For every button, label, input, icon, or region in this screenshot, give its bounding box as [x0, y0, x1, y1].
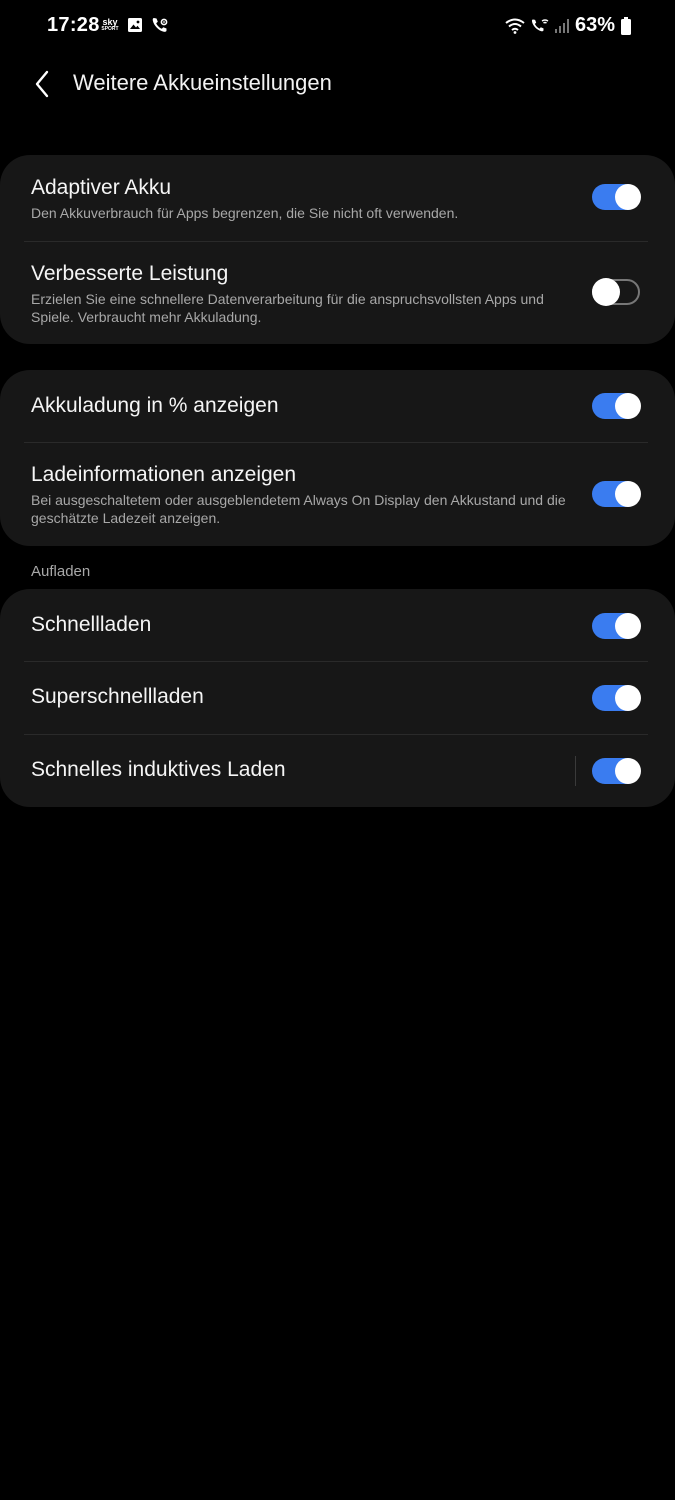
wifi-call-icon: [152, 18, 168, 32]
settings-card-display: Akkuladung in % anzeigen Ladeinformation…: [0, 370, 675, 546]
settings-card-charging: Schnellladen Superschnellladen Schnelles…: [0, 589, 675, 807]
setting-title: Schnellladen: [31, 613, 152, 636]
setting-title: Verbesserte Leistung: [31, 262, 229, 285]
app-bar: Weitere Akkueinstellungen: [0, 56, 675, 112]
vowifi-icon: [531, 18, 549, 31]
setting-enhanced-performance[interactable]: Verbesserte Leistung Erzielen Sie eine s…: [0, 242, 675, 344]
setting-title: Adaptiver Akku: [31, 176, 172, 199]
row-divider: [575, 756, 576, 786]
battery-percent: 63%: [574, 14, 615, 36]
setting-charging-info[interactable]: Ladeinformationen anzeigen Bei ausgescha…: [0, 443, 675, 546]
chevron-left-icon: [35, 70, 49, 98]
system-indicators: 63%: [505, 14, 631, 37]
setting-title: Superschnellladen: [31, 685, 204, 708]
section-header-charging: Aufladen: [31, 563, 91, 580]
battery-percent-toggle[interactable]: [592, 393, 641, 419]
setting-subtitle: Erzielen Sie eine schnellere Datenverarb…: [31, 291, 544, 325]
setting-title: Ladeinformationen anzeigen: [31, 463, 297, 486]
page-title: Weitere Akkueinstellungen: [73, 70, 332, 95]
fast-charging-toggle[interactable]: [592, 613, 641, 639]
setting-super-fast-charging[interactable]: Superschnellladen: [0, 662, 675, 734]
setting-battery-percent[interactable]: Akkuladung in % anzeigen: [0, 370, 675, 442]
sky-sport-icon: sky SPORT: [101, 17, 119, 33]
back-button[interactable]: [24, 66, 60, 102]
status-time: 17:28: [47, 14, 100, 36]
setting-fast-charging[interactable]: Schnellladen: [0, 589, 675, 661]
enhanced-performance-toggle[interactable]: [592, 278, 640, 306]
setting-adaptive-battery[interactable]: Adaptiver Akku Den Akkuverbrauch für App…: [0, 155, 675, 241]
image-icon: [128, 18, 142, 32]
signal-icon: [554, 18, 569, 33]
super-fast-charging-toggle[interactable]: [592, 685, 641, 711]
setting-subtitle: Den Akkuverbrauch für Apps begrenzen, di…: [31, 205, 459, 221]
setting-title: Schnelles induktives Laden: [31, 758, 286, 781]
fast-wireless-charging-toggle[interactable]: [592, 758, 641, 784]
setting-subtitle: Bei ausgeschaltetem oder ausgeblendetem …: [31, 492, 566, 526]
settings-card-performance: Adaptiver Akku Den Akkuverbrauch für App…: [0, 155, 675, 344]
wifi-icon: [505, 18, 525, 34]
status-bar: 17:28 sky SPORT 63%: [0, 0, 675, 56]
charging-info-toggle[interactable]: [592, 481, 641, 507]
setting-fast-wireless-charging[interactable]: Schnelles induktives Laden: [0, 735, 675, 807]
battery-icon: [621, 16, 631, 35]
setting-title: Akkuladung in % anzeigen: [31, 394, 279, 417]
adaptive-battery-toggle[interactable]: [592, 184, 641, 210]
notification-icons: sky SPORT: [101, 16, 169, 34]
